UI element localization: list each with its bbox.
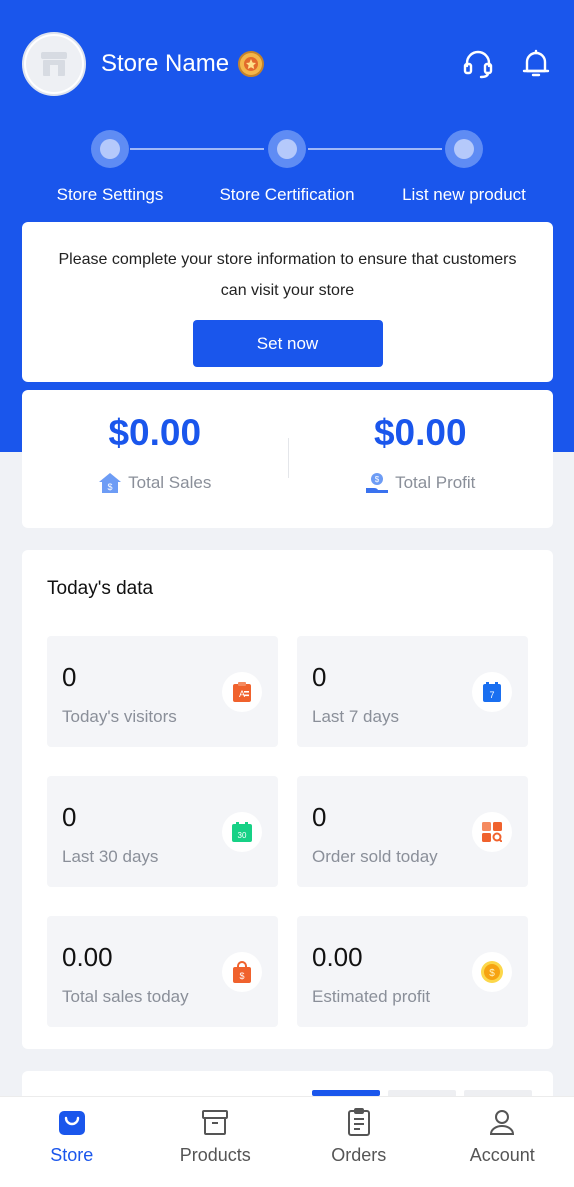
svg-text:$: $ (108, 482, 113, 492)
tab-label: Store (50, 1145, 94, 1165)
stat-value: 0 (312, 802, 327, 832)
store-avatar-icon (41, 52, 67, 76)
total-sales-value: $0.00 (108, 412, 202, 453)
calendar-30-icon: 30 (232, 822, 252, 842)
stat-value: 0.00 (312, 942, 363, 972)
stat-value: 0 (62, 662, 77, 692)
stat-value: 0.00 (62, 942, 113, 972)
stat-label: Estimated profit (312, 987, 431, 1006)
headset-icon[interactable] (462, 48, 494, 80)
svg-text:A: A (239, 689, 245, 699)
tab-store[interactable]: Store (0, 1097, 144, 1187)
step-list-new-product[interactable]: List new product (402, 185, 526, 205)
total-profit-label: Total Profit (395, 473, 476, 492)
clipboard-icon (347, 1108, 370, 1136)
stat-value: 0 (312, 662, 327, 692)
step-store-settings[interactable]: Store Settings (57, 185, 164, 205)
badge-icon (238, 51, 265, 77)
todays-data-title: Today's data (47, 578, 154, 599)
bell-icon[interactable] (520, 48, 552, 80)
house-dollar-icon: $ (99, 473, 122, 493)
tab-label: Account (469, 1145, 535, 1165)
total-profit-value: $0.00 (373, 412, 467, 453)
svg-text:$: $ (489, 968, 495, 979)
coin-icon: $ (481, 961, 503, 983)
svg-text:$: $ (375, 475, 380, 484)
stat-label: Today's visitors (62, 707, 177, 726)
shopping-bag-icon: $ (233, 961, 251, 983)
tab-orders[interactable]: Orders (287, 1097, 431, 1187)
box-icon (202, 1110, 229, 1135)
step-dot-list-new-product (445, 130, 483, 168)
step-store-certification[interactable]: Store Certification (219, 185, 354, 205)
stat-estimated-profit[interactable]: 0.00 Estimated profit $ (297, 916, 528, 1027)
todays-data-card: Today's data 0 Today's visitors A 0 Last… (22, 550, 553, 1049)
tab-label: Products (179, 1145, 251, 1165)
stat-total-sales-today[interactable]: 0.00 Total sales today $ (47, 916, 278, 1027)
total-sales-label: Total Sales (128, 473, 212, 492)
stat-todays-visitors[interactable]: 0 Today's visitors A (47, 636, 278, 747)
tab-products[interactable]: Products (144, 1097, 288, 1187)
set-now-button[interactable]: Set now (192, 320, 383, 367)
stat-label: Total sales today (62, 987, 189, 1006)
total-profit: $0.00 $ Total Profit (288, 390, 554, 528)
svg-text:30: 30 (238, 831, 247, 840)
totals-card: $0.00 $ Total Sales $0.00 $ Total Profit (22, 390, 553, 528)
svg-text:$: $ (239, 971, 244, 981)
stat-label: Last 7 days (312, 707, 399, 726)
stat-label: Order sold today (312, 847, 438, 866)
store-name: Store Name (101, 50, 230, 77)
bottom-tab-bar: Store Products Orders Account (0, 1096, 574, 1187)
stat-label: Last 30 days (62, 847, 159, 866)
notice-text: Please complete your store information t… (58, 251, 517, 299)
step-dot-store-settings (91, 130, 129, 168)
totals-divider (288, 438, 289, 478)
stat-order-sold-today[interactable]: 0 Order sold today (297, 776, 528, 887)
tab-account[interactable]: Account (431, 1097, 574, 1187)
store-avatar[interactable] (22, 32, 86, 96)
step-dot-store-certification (268, 130, 306, 168)
store-header: Store Name (22, 32, 552, 96)
step-connector (308, 148, 442, 150)
store-bag-icon (58, 1111, 85, 1135)
total-sales: $0.00 $ Total Sales (22, 390, 288, 528)
stat-last-7-days[interactable]: 0 Last 7 days 7 (297, 636, 528, 747)
stat-value: 0 (62, 802, 77, 832)
calendar-7-icon: 7 (483, 682, 501, 702)
hand-coin-icon: $ (366, 473, 389, 493)
person-icon (490, 1110, 515, 1135)
orders-grid-icon (482, 822, 502, 842)
tab-label: Orders (331, 1145, 387, 1165)
visitors-icon: A (233, 682, 251, 702)
svg-text:7: 7 (489, 690, 494, 700)
step-connector (130, 148, 264, 150)
complete-store-notice: Please complete your store information t… (22, 222, 553, 382)
stat-last-30-days[interactable]: 0 Last 30 days 30 (47, 776, 278, 887)
onboarding-steps: Store Settings Store Certification List … (0, 128, 574, 208)
